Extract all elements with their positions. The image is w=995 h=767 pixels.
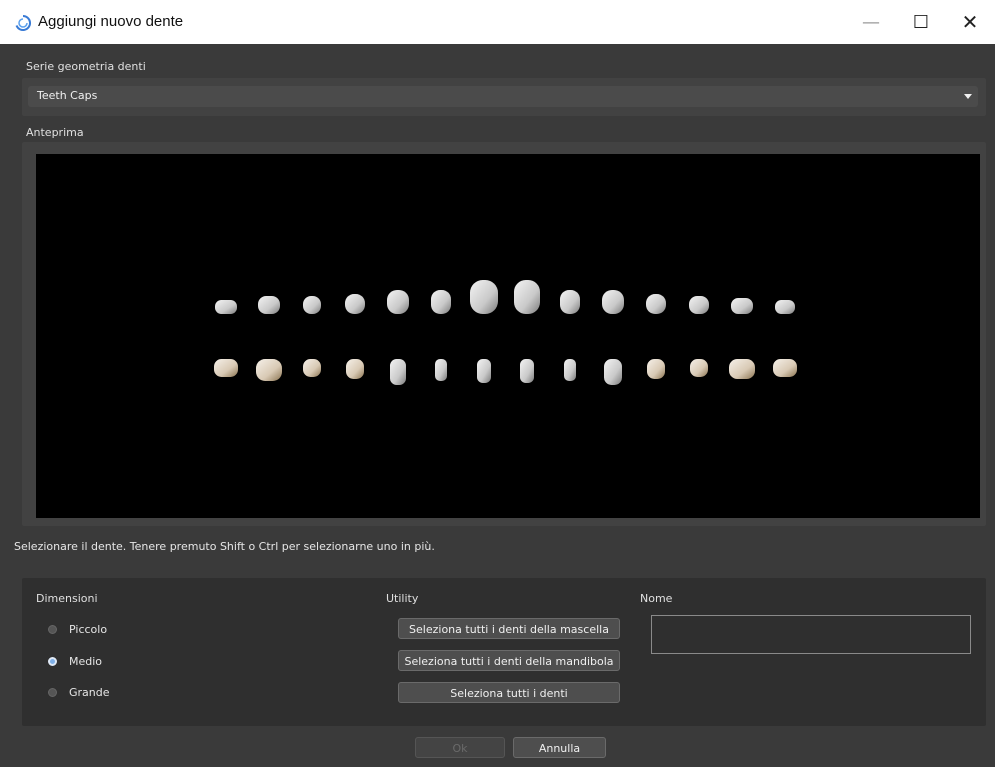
preview-label: Anteprima [26,126,84,139]
radio-icon [48,625,57,634]
lower-tooth[interactable] [214,359,238,377]
series-selected-value: Teeth Caps [37,89,98,102]
dimensions-label: Dimensioni [36,592,98,605]
lower-tooth[interactable] [303,359,321,377]
utility-label: Utility [386,592,419,605]
lower-tooth[interactable] [773,359,797,377]
name-label: Nome [640,592,673,605]
radio-medio[interactable]: Medio [48,655,102,668]
lower-tooth[interactable] [520,359,534,383]
upper-tooth[interactable] [602,290,624,314]
upper-tooth[interactable] [731,298,753,314]
name-input[interactable] [651,615,971,654]
lower-tooth[interactable] [346,359,364,379]
upper-tooth[interactable] [689,296,709,314]
lower-tooth[interactable] [435,359,447,381]
lower-tooth[interactable] [647,359,665,379]
upper-tooth[interactable] [345,294,365,314]
radio-icon [48,688,57,697]
window-title: Aggiungi nuovo dente [38,13,184,30]
select-lower-teeth-button[interactable]: Seleziona tutti i denti della mandibola [398,650,620,671]
lower-tooth[interactable] [256,359,282,381]
radio-selected-icon [48,657,57,666]
ok-button[interactable]: Ok [415,737,505,758]
lower-tooth[interactable] [604,359,622,385]
series-dropdown[interactable]: Teeth Caps [28,86,978,107]
maximize-button[interactable]: ☐ [898,0,944,44]
lower-tooth[interactable] [477,359,491,383]
upper-tooth[interactable] [646,294,666,314]
upper-tooth[interactable] [258,296,280,314]
upper-tooth[interactable] [775,300,795,314]
lower-tooth[interactable] [390,359,406,385]
radio-label: Grande [69,686,110,699]
lower-tooth[interactable] [564,359,576,381]
lower-tooth[interactable] [690,359,708,377]
upper-tooth[interactable] [215,300,237,314]
upper-tooth[interactable] [470,280,498,314]
radio-label: Medio [69,655,103,668]
app-logo-icon [15,14,32,31]
chevron-down-icon [964,94,972,99]
upper-tooth[interactable] [387,290,409,314]
title-bar: Aggiungi nuovo dente — ☐ ✕ [0,0,995,44]
series-label: Serie geometria denti [26,60,146,73]
upper-tooth[interactable] [303,296,321,314]
upper-tooth[interactable] [560,290,580,314]
selection-hint: Selezionare il dente. Tenere premuto Shi… [14,540,435,553]
teeth-preview-viewport[interactable] [36,154,980,518]
radio-grande[interactable]: Grande [48,686,110,699]
select-upper-teeth-button[interactable]: Seleziona tutti i denti della mascella [398,618,620,639]
radio-piccolo[interactable]: Piccolo [48,623,107,636]
teeth-preview[interactable] [36,154,980,518]
radio-label: Piccolo [69,623,108,636]
close-button[interactable]: ✕ [947,0,993,44]
cancel-button[interactable]: Annulla [513,737,606,758]
lower-tooth[interactable] [729,359,755,379]
minimize-button[interactable]: — [848,0,894,44]
upper-tooth[interactable] [514,280,540,314]
select-all-teeth-button[interactable]: Seleziona tutti i denti [398,682,620,703]
upper-tooth[interactable] [431,290,451,314]
